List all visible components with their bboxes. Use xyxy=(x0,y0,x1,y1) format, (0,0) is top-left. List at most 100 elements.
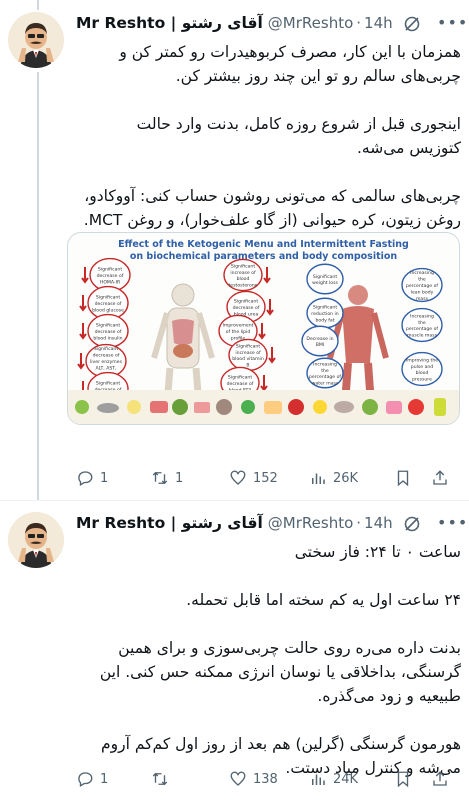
left-label-2-text: blood insulin xyxy=(93,335,122,341)
retweet-count: 1 xyxy=(175,470,184,486)
left-label-3-text: ALT, AST, xyxy=(95,365,117,371)
retweet-icon xyxy=(152,471,168,485)
views-icon xyxy=(312,774,325,785)
right-label-3-text: percentage of xyxy=(309,374,341,380)
mid-label-3-arrow xyxy=(268,347,276,364)
share-button[interactable] xyxy=(431,467,449,489)
more-options-icon[interactable]: ••• xyxy=(437,15,467,33)
left-label-0-text: HOMA-IR xyxy=(100,279,121,285)
right-label-0: Significantweight loss xyxy=(306,263,344,295)
right-label-2-text: BMI xyxy=(316,342,324,348)
tweet-1[interactable]: Mr Reshto | آقای رشتو @MrReshto · 14h ••… xyxy=(0,0,469,500)
far-right-label-0-text: lean body xyxy=(411,289,434,295)
bookmark-icon xyxy=(397,470,409,487)
separator-dot: · xyxy=(356,514,362,532)
mid-label-3-text: Significant xyxy=(236,343,260,349)
share-icon xyxy=(433,771,447,786)
left-label-0-text: decrease of xyxy=(97,273,124,279)
right-label-1-text: body fat xyxy=(315,317,334,323)
display-name[interactable]: Mr Reshto | آقای رشتو xyxy=(76,14,263,32)
tweet-text: ساعت ۰ تا ۲۴: فاز سختی ۲۴ ساعت اول یه کم… xyxy=(99,543,461,777)
far-right-label-1-text: Increasing xyxy=(410,313,434,319)
reply-count: 1 xyxy=(100,470,109,486)
like-button[interactable]: 152 xyxy=(229,467,278,489)
mid-label-4-text: decrease of xyxy=(227,381,254,387)
mid-label-0-arrow xyxy=(263,267,271,284)
mid-label-4-arrow xyxy=(260,375,268,392)
like-button[interactable]: 138 xyxy=(229,768,278,790)
mid-label-0-text: blood xyxy=(237,276,250,282)
grok-icon[interactable] xyxy=(403,515,421,533)
mid-label-2-text: of the lipid xyxy=(226,329,251,335)
left-label-4-text: Significant xyxy=(96,381,120,387)
mid-label-0-text: testosterone xyxy=(229,283,258,289)
right-label-0-text: weight loss xyxy=(312,280,338,286)
retweet-button[interactable]: 1 xyxy=(151,467,183,489)
reply-button[interactable]: 1 xyxy=(76,768,108,790)
avatar[interactable] xyxy=(8,12,64,68)
views-count: 24K xyxy=(333,771,359,787)
far-right-label-1-text: muscle mass xyxy=(407,333,438,339)
mid-label-1-text: Significant xyxy=(234,299,258,305)
share-button[interactable] xyxy=(431,768,449,790)
timestamp[interactable]: 14h xyxy=(364,514,393,532)
views-button[interactable]: 26K xyxy=(309,467,358,489)
mid-label-0-text: increase of xyxy=(230,270,256,276)
separator-dot: · xyxy=(356,14,362,32)
right-label-2-text: Decrease in xyxy=(306,336,333,342)
grok-icon[interactable] xyxy=(403,15,421,33)
more-options-icon[interactable]: ••• xyxy=(437,515,467,533)
left-label-3-text: decrease of xyxy=(93,353,120,359)
mid-label-3-text: blood vitamin xyxy=(232,356,264,362)
like-count: 138 xyxy=(253,771,278,787)
right-label-3-text: the xyxy=(321,368,329,374)
bookmark-button[interactable] xyxy=(394,467,412,489)
tweet-image[interactable]: Effect of the Ketogenic Menu and Intermi… xyxy=(67,232,460,425)
right-label-2: Decrease inBMI xyxy=(301,325,339,357)
like-count: 152 xyxy=(253,470,278,486)
mid-label-1-text: decrease of xyxy=(233,305,260,311)
far-right-label-1: Increasingthepercentage ofmuscle mass xyxy=(401,307,443,343)
far-right-label-0-text: the xyxy=(418,277,426,283)
handle[interactable]: @MrReshto xyxy=(268,514,353,532)
tweet-2[interactable]: Mr Reshto | آقای رشتو @MrReshto · 14h ••… xyxy=(0,500,469,800)
mid-label-2-text: Improvement xyxy=(223,323,254,329)
food-strip xyxy=(68,390,459,424)
handle[interactable]: @MrReshto xyxy=(268,14,353,32)
left-label-1-text: blood glucose xyxy=(92,307,124,313)
far-right-label-0-text: mass xyxy=(416,297,429,302)
left-label-1-arrow xyxy=(79,295,87,312)
mid-label-2-arrow xyxy=(258,323,266,340)
reply-icon xyxy=(78,772,93,787)
right-label-3-text: Increasing xyxy=(313,361,337,367)
left-label-3-text: liver enzymes xyxy=(90,359,123,365)
far-right-label-1-text: the xyxy=(418,320,426,326)
share-icon xyxy=(433,470,447,485)
mid-label-0-text: Significant xyxy=(231,263,255,269)
left-label-2-text: decrease of xyxy=(95,329,122,335)
display-name[interactable]: Mr Reshto | آقای رشتو xyxy=(76,514,263,532)
left-label-2-arrow xyxy=(79,323,87,340)
action-bar: 1 1 152 26K xyxy=(76,467,461,489)
mid-label-0: Significantincrease ofbloodtestosterone xyxy=(223,258,271,292)
tweet-text: همزمان با این کار، مصرف کربوهیدرات رو کم… xyxy=(83,43,461,229)
left-label-1-text: Significant xyxy=(96,295,120,301)
avatar[interactable] xyxy=(8,512,64,568)
views-button[interactable]: 24K xyxy=(309,768,358,790)
reply-count: 1 xyxy=(100,771,109,787)
timestamp[interactable]: 14h xyxy=(364,14,393,32)
left-label-1-text: decrease of xyxy=(95,301,122,307)
retweet-button[interactable] xyxy=(151,768,175,790)
right-label-1: Significantreduction inbody fat xyxy=(306,297,344,329)
reply-icon xyxy=(78,471,93,486)
left-label-3-text: Significant xyxy=(94,346,118,352)
reply-button[interactable]: 1 xyxy=(76,467,108,489)
heart-icon xyxy=(230,771,246,786)
right-label-3: Increasingthepercentage ofwater mass xyxy=(306,357,344,389)
right-label-1-text: reduction in xyxy=(311,311,339,317)
left-label-0-arrow xyxy=(81,267,89,284)
views-icon xyxy=(312,473,325,484)
bookmark-button[interactable] xyxy=(394,768,412,790)
left-label-0-text: Significant xyxy=(98,267,122,273)
tweet-header: Mr Reshto | آقای رشتو @MrReshto · 14h ••… xyxy=(76,12,467,34)
